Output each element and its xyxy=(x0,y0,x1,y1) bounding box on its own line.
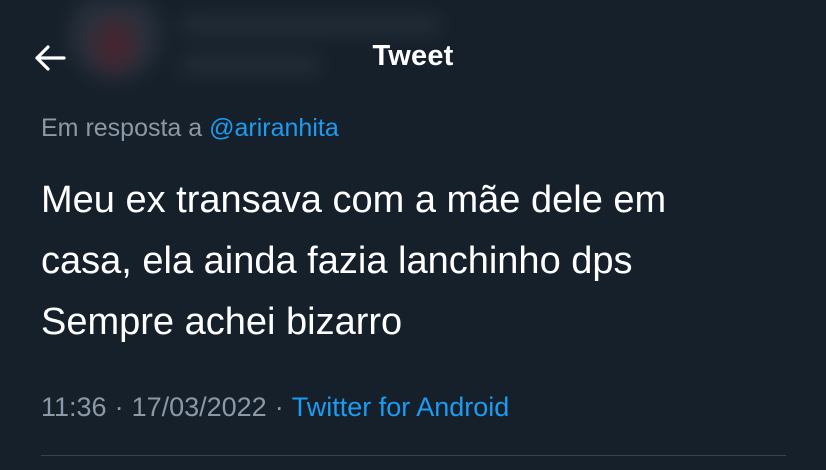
tweet-text-line: Meu ex transava com a mãe dele em xyxy=(41,179,667,221)
reply-prefix: Em resposta a xyxy=(41,114,203,142)
top-bar: Tweet xyxy=(0,28,826,88)
meta-separator: · xyxy=(274,392,284,422)
tweet-date[interactable]: 17/03/2022 xyxy=(132,392,267,422)
page-title: Tweet xyxy=(372,40,454,72)
meta-separator: · xyxy=(114,392,124,422)
tweet-metadata: 11:36 · 17/03/2022 · Twitter for Android xyxy=(41,392,509,423)
tweet-source-link[interactable]: Twitter for Android xyxy=(292,392,510,422)
tweet-text-line: Sempre achei bizarro xyxy=(41,301,403,343)
reply-mention-link[interactable]: @ariranhita xyxy=(209,114,339,142)
tweet-text: Meu ex transava com a mãe dele em casa, … xyxy=(41,170,801,353)
reply-context: Em resposta a @ariranhita xyxy=(41,114,339,143)
divider xyxy=(41,455,786,456)
tweet-time[interactable]: 11:36 xyxy=(41,392,107,422)
tweet-text-line: casa, ela ainda fazia lanchinho dps xyxy=(41,240,633,282)
